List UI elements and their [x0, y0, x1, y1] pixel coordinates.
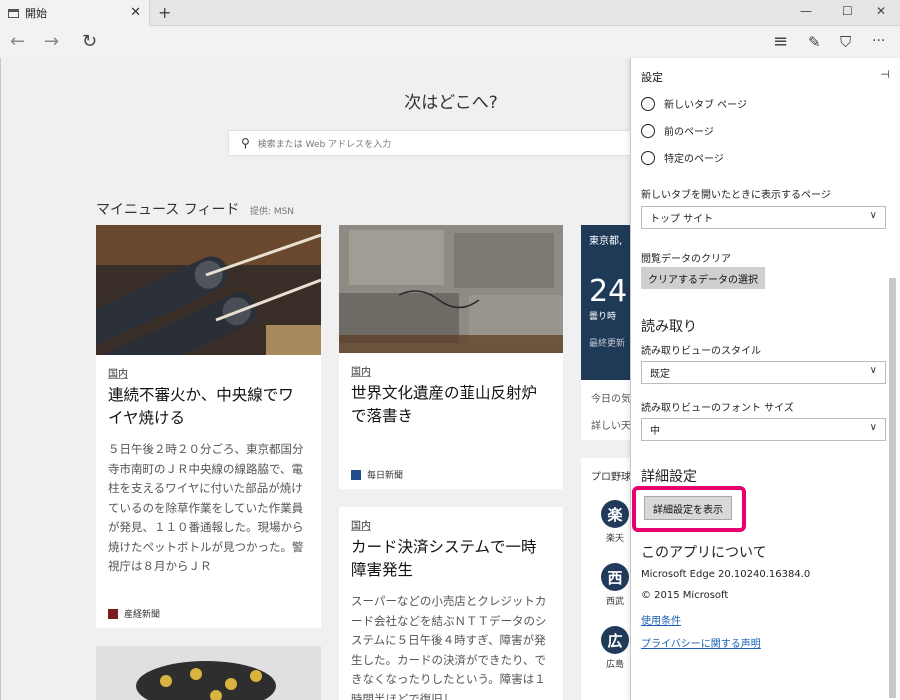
new-tab-button[interactable]: + — [158, 3, 171, 22]
page-icon — [8, 8, 19, 18]
search-icon: ⚲ — [241, 136, 250, 150]
reading-font-label: 読み取りビューのフォント サイズ — [641, 403, 794, 414]
team-item[interactable]: 楽 楽天 — [601, 500, 629, 544]
reading-font-dropdown[interactable]: 中 ∨ — [641, 418, 886, 441]
news-headline[interactable]: 世界文化遺産の韮山反射炉で落書き — [351, 382, 551, 428]
team-name: 西武 — [605, 597, 624, 607]
advanced-heading: 詳細設定 — [641, 469, 697, 485]
new-tab-dropdown[interactable]: トップ サイト ∨ — [641, 206, 886, 229]
search-placeholder: 検索または Web アドレスを入力 — [257, 139, 392, 150]
chevron-down-icon: ∨ — [869, 422, 877, 433]
news-body: ５日午後２時２０分ごろ、東京都国分寺市南町のＪＲ中央線の線路脇で、電柱を支えるワ… — [108, 442, 304, 573]
radio-new-tab-page[interactable]: 新しいタブ ページ — [641, 96, 747, 111]
news-card[interactable]: 国内 カード決済システムで一時障害発生 スーパーなどの小売店とクレジットカード会… — [339, 507, 563, 700]
highlight-box — [632, 486, 746, 532]
settings-title: 設定 — [641, 71, 663, 84]
source-logo-icon — [108, 608, 118, 619]
news-category[interactable]: 国内 — [108, 365, 309, 380]
feed-title-text: マイニュース フィード — [96, 202, 240, 218]
chevron-down-icon: ∨ — [869, 210, 877, 221]
maximize-button[interactable]: ☐ — [842, 4, 853, 18]
clear-data-label: 閲覧データのクリア — [641, 254, 731, 265]
radio-circle[interactable] — [641, 96, 655, 111]
scrollbar-thumb[interactable] — [889, 278, 896, 698]
minimize-button[interactable]: — — [800, 4, 812, 18]
weather-condition: 曇り時 — [589, 312, 617, 322]
radio-specific-page[interactable]: 特定のページ — [641, 150, 724, 165]
close-window-button[interactable]: ✕ — [876, 4, 886, 18]
weather-links: 今日の気 詳しい天 — [581, 380, 631, 440]
feed-provider: 提供: MSN — [249, 207, 295, 217]
news-source-name: 産経新聞 — [124, 610, 161, 620]
news-category[interactable]: 国内 — [351, 363, 551, 378]
news-card[interactable]: 国内 世界文化遺産の韮山反射炉で落書き 毎日新聞 — [339, 225, 563, 489]
new-tab-dropdown-value: トップ サイト — [650, 214, 714, 225]
weather-updated: 最終更新 — [589, 339, 626, 349]
radio-circle[interactable] — [641, 123, 655, 138]
tab-close-icon[interactable]: ✕ — [130, 5, 141, 20]
news-body: スーパーなどの小売店とクレジットカード会社などを結ぶＮＴＴデータのシステムに５日… — [351, 594, 547, 700]
news-category[interactable]: 国内 — [351, 517, 551, 532]
news-source: 産経新聞 — [108, 607, 160, 620]
news-headline[interactable]: カード決済システムで一時障害発生 — [351, 536, 551, 582]
weather-link-today[interactable]: 今日の気 — [591, 390, 631, 405]
team-name: 楽天 — [605, 534, 624, 544]
reading-style-label: 読み取りビューのスタイル — [641, 346, 761, 357]
choose-data-to-clear-button[interactable]: クリアするデータの選択 — [641, 267, 765, 289]
share-icon[interactable]: ⛉ — [840, 33, 851, 51]
privacy-link[interactable]: プライバシーに関する声明 — [641, 635, 761, 650]
team-badge: 楽 — [601, 500, 629, 528]
weather-card[interactable]: 東京都, 24 曇り時 最終更新 — [581, 225, 631, 380]
web-note-icon[interactable]: ✎ — [808, 33, 821, 51]
radio-circle[interactable] — [641, 150, 655, 165]
forward-icon[interactable]: → — [44, 31, 59, 52]
toolbar: ← → ↻ ≡ ✎ ⛉ ··· — [0, 26, 900, 58]
about-heading: このアプリについて — [641, 545, 767, 561]
weather-city: 東京都, — [589, 236, 623, 247]
pin-icon[interactable]: ⊣ — [880, 68, 890, 81]
news-image — [339, 225, 563, 353]
news-source-name: 毎日新聞 — [367, 471, 404, 481]
tab-start[interactable]: 開始 ✕ — [0, 0, 150, 26]
sports-header: プロ野球 — [591, 472, 631, 483]
sports-card: プロ野球 楽 楽天 西 西武 広 広島 — [581, 458, 631, 700]
news-source: 毎日新聞 — [351, 468, 403, 481]
radio-label: 新しいタブ ページ — [664, 100, 747, 111]
news-card[interactable]: 国内 連続不審火か、中央線でワイヤ焼ける ５日午後２時２０分ごろ、東京都国分寺市… — [96, 225, 321, 628]
source-logo-icon — [351, 469, 361, 480]
weather-temperature: 24 — [589, 274, 628, 309]
reading-heading: 読み取り — [641, 319, 697, 335]
tab-bar: 開始 ✕ + — ☐ ✕ — [0, 0, 900, 26]
more-icon[interactable]: ··· — [872, 33, 885, 49]
version-text: Microsoft Edge 20.10240.16384.0 — [641, 569, 811, 580]
news-image — [96, 225, 321, 355]
radio-previous-page[interactable]: 前のページ — [641, 123, 714, 138]
news-card[interactable] — [96, 646, 321, 700]
team-item[interactable]: 西 西武 — [601, 563, 629, 607]
reading-style-dropdown[interactable]: 既定 ∨ — [641, 361, 886, 384]
reading-style-value: 既定 — [650, 369, 670, 380]
team-badge: 広 — [601, 626, 629, 654]
refresh-icon[interactable]: ↻ — [82, 31, 97, 52]
news-image — [96, 646, 321, 700]
back-icon[interactable]: ← — [10, 31, 25, 52]
news-headline[interactable]: 連続不審火か、中央線でワイヤ焼ける — [108, 384, 309, 430]
radio-label: 特定のページ — [664, 154, 724, 165]
team-item[interactable]: 広 広島 — [601, 626, 629, 670]
hub-icon[interactable]: ≡ — [773, 31, 788, 52]
copyright-text: © 2015 Microsoft — [641, 590, 729, 601]
weather-link-details[interactable]: 詳しい天 — [591, 417, 631, 432]
team-badge: 西 — [601, 563, 629, 591]
search-input[interactable]: ⚲ 検索または Web アドレスを入力 — [228, 130, 648, 156]
reading-font-value: 中 — [650, 426, 660, 437]
tab-title: 開始 — [25, 7, 47, 20]
settings-scrollbar[interactable] — [888, 88, 896, 698]
radio-label: 前のページ — [664, 127, 714, 138]
feed-title: マイニュース フィード 提供: MSN — [96, 199, 294, 219]
settings-panel: 設定 ⊣ 新しいタブ ページ 前のページ 特定のページ 新しいタブを開いたときに… — [630, 58, 900, 700]
team-name: 広島 — [605, 660, 624, 670]
terms-link[interactable]: 使用条件 — [641, 612, 681, 627]
new-tab-label: 新しいタブを開いたときに表示するページ — [641, 190, 831, 201]
chevron-down-icon: ∨ — [869, 365, 877, 376]
